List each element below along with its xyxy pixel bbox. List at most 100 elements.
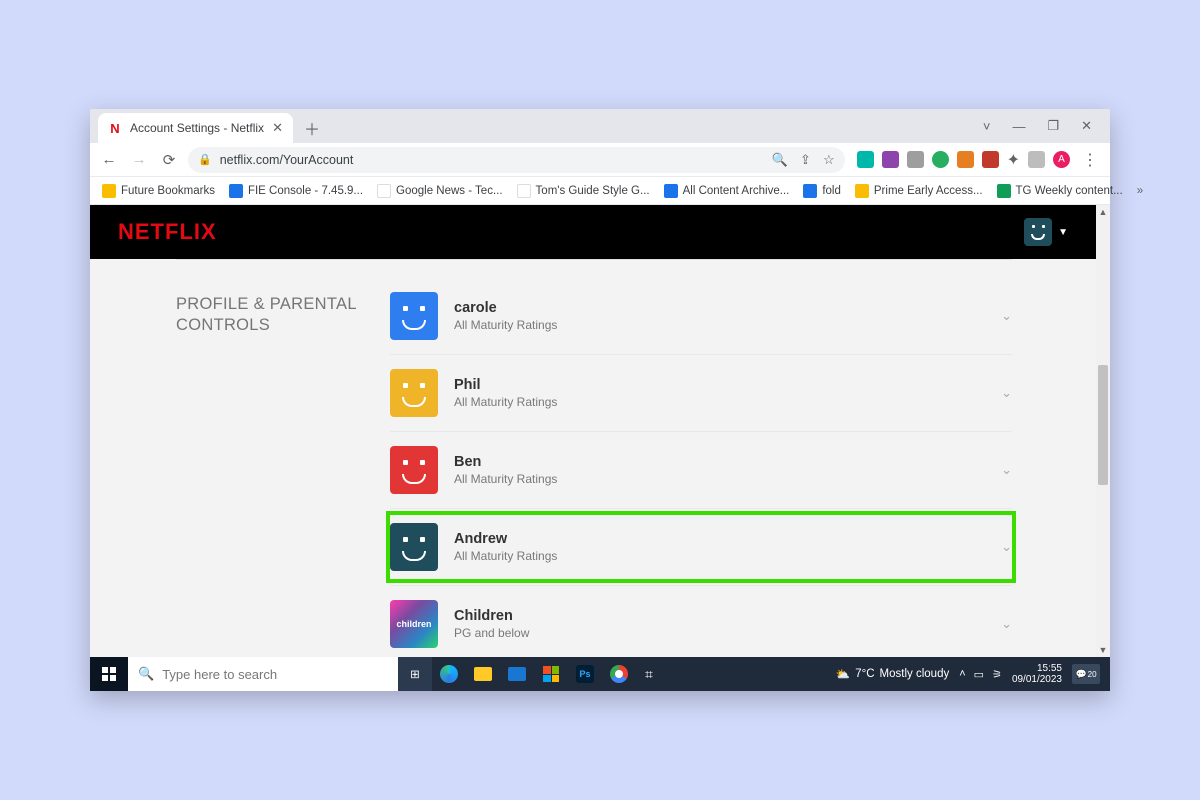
bookmark-item[interactable]: Prime Early Access...: [855, 184, 983, 198]
profile-row[interactable]: Andrew All Maturity Ratings ⌄: [390, 509, 1012, 586]
scroll-down-icon[interactable]: ▼: [1096, 645, 1110, 655]
ext-icon-3[interactable]: [907, 151, 924, 168]
chevron-down-icon[interactable]: ⌄: [1001, 385, 1012, 401]
titlebar: N Account Settings - Netflix ✕ ＋ ˅ — ❐ ✕: [90, 109, 1110, 143]
bookmark-item[interactable]: Tom's Guide Style G...: [517, 184, 650, 198]
chevron-down-icon[interactable]: ⌄: [1001, 462, 1012, 478]
bookmark-item[interactable]: TG Weekly content...: [997, 184, 1123, 198]
search-in-page-icon[interactable]: 🔍: [772, 152, 788, 168]
netflix-favicon: N: [108, 121, 122, 135]
back-icon[interactable]: ←: [98, 151, 120, 168]
profile-maturity: All Maturity Ratings: [454, 549, 557, 563]
wifi-icon[interactable]: ⚞: [992, 668, 1002, 681]
profile-avatar: [390, 446, 438, 494]
extensions-puzzle-icon[interactable]: ✦: [1007, 150, 1020, 170]
ext-icon-5[interactable]: [957, 151, 974, 168]
caret-down-icon: ▼: [1058, 227, 1068, 238]
omnibox[interactable]: 🔒 netflix.com/YourAccount 🔍 ⇪ ☆: [188, 147, 845, 173]
tray-chevron-icon[interactable]: ˄: [959, 668, 965, 681]
bookmark-item[interactable]: FIE Console - 7.45.9...: [229, 184, 363, 198]
section-title: PROFILE & PARENTAL CONTROLS: [176, 294, 390, 335]
netflix-header: NETFLIX ▼: [90, 205, 1096, 259]
window-controls: ˅ — ❐ ✕: [965, 109, 1110, 143]
date-text: 09/01/2023: [1012, 674, 1062, 686]
url-bar: ← → ⟳ 🔒 netflix.com/YourAccount 🔍 ⇪ ☆ ✦ …: [90, 143, 1110, 177]
tab-title: Account Settings - Netflix: [130, 121, 264, 135]
start-button[interactable]: [90, 657, 128, 691]
page-content: NETFLIX ▼ PROFILE & PARENTAL CONTROLS: [90, 205, 1110, 657]
extensions: ✦ A: [853, 150, 1070, 170]
ext-icon-1[interactable]: [857, 151, 874, 168]
profile-avatar: [390, 523, 438, 571]
profile-maturity: All Maturity Ratings: [454, 395, 557, 409]
profile-name: Phil: [454, 377, 557, 393]
taskbar-search[interactable]: 🔍 Type here to search: [128, 657, 398, 691]
chrome-menu-icon[interactable]: ⋮: [1078, 150, 1102, 170]
mail-icon[interactable]: [500, 657, 534, 691]
weather-icon: ⛅: [836, 667, 850, 681]
profile-row[interactable]: Ben All Maturity Ratings ⌄: [390, 432, 1012, 509]
task-view-icon[interactable]: ⊞: [398, 657, 432, 691]
scroll-up-icon[interactable]: ▲: [1096, 207, 1110, 217]
profile-maturity: All Maturity Ratings: [454, 472, 557, 486]
bookmark-item[interactable]: fold: [803, 184, 841, 198]
maximize-icon[interactable]: ❐: [1047, 118, 1059, 134]
chevron-down-icon[interactable]: ˅: [983, 119, 991, 134]
weather-widget[interactable]: ⛅ 7°C Mostly cloudy: [836, 667, 949, 681]
profile-maturity: All Maturity Ratings: [454, 318, 557, 332]
close-window-icon[interactable]: ✕: [1081, 118, 1092, 134]
header-profile-menu[interactable]: ▼: [1024, 218, 1068, 246]
search-icon: 🔍: [138, 666, 154, 682]
bookmarks-bar: Future Bookmarks FIE Console - 7.45.9...…: [90, 177, 1110, 205]
profile-row[interactable]: children Children PG and below ⌄: [390, 586, 1012, 657]
profile-name: Andrew: [454, 531, 557, 547]
profile-name: carole: [454, 300, 557, 316]
profile-row[interactable]: Phil All Maturity Ratings ⌄: [390, 355, 1012, 432]
chrome-icon[interactable]: [602, 657, 636, 691]
ext-icon-7[interactable]: [1028, 151, 1045, 168]
profile-maturity: PG and below: [454, 626, 529, 640]
time-text: 15:55: [1012, 663, 1062, 675]
ext-icon-6[interactable]: [982, 151, 999, 168]
battery-icon[interactable]: ▭: [974, 668, 984, 681]
chevron-down-icon[interactable]: ⌄: [1001, 539, 1012, 555]
browser-tab[interactable]: N Account Settings - Netflix ✕: [98, 113, 293, 143]
profile-avatar-icon[interactable]: A: [1053, 151, 1070, 168]
profile-avatar: [390, 369, 438, 417]
tab-close-icon[interactable]: ✕: [272, 120, 283, 136]
edge-icon[interactable]: [432, 657, 466, 691]
photoshop-icon[interactable]: Ps: [568, 657, 602, 691]
ext-icon-2[interactable]: [882, 151, 899, 168]
scrollbar-thumb[interactable]: [1098, 365, 1108, 485]
profile-row[interactable]: carole All Maturity Ratings ⌄: [390, 278, 1012, 355]
account-section: PROFILE & PARENTAL CONTROLS carole All M…: [90, 260, 1096, 657]
profile-name: Ben: [454, 454, 557, 470]
share-icon[interactable]: ⇪: [800, 152, 811, 168]
profile-name: Children: [454, 608, 529, 624]
profile-avatar: [390, 292, 438, 340]
file-explorer-icon[interactable]: [466, 657, 500, 691]
netflix-logo[interactable]: NETFLIX: [118, 219, 217, 245]
system-tray[interactable]: ˄ ▭ ⚞: [959, 668, 1002, 681]
bookmark-item[interactable]: Google News - Tec...: [377, 184, 503, 198]
reload-icon[interactable]: ⟳: [158, 151, 180, 169]
forward-icon[interactable]: →: [128, 151, 150, 168]
header-avatar: [1024, 218, 1052, 246]
chevron-down-icon[interactable]: ⌄: [1001, 308, 1012, 324]
new-tab-button[interactable]: ＋: [299, 115, 325, 141]
minimize-icon[interactable]: —: [1012, 119, 1025, 134]
chevron-down-icon[interactable]: ⌄: [1001, 616, 1012, 632]
slack-icon[interactable]: ⌗: [636, 657, 670, 691]
bookmark-item[interactable]: Future Bookmarks: [102, 184, 215, 198]
url-text: netflix.com/YourAccount: [220, 153, 354, 167]
weather-temp: 7°C: [855, 668, 874, 680]
bookmark-item[interactable]: All Content Archive...: [664, 184, 790, 198]
scrollbar[interactable]: ▲ ▼: [1096, 205, 1110, 657]
bookmarks-overflow-icon[interactable]: »: [1137, 185, 1143, 197]
windows-taskbar: 🔍 Type here to search ⊞ Ps ⌗ ⛅ 7°C Mostl…: [90, 657, 1110, 691]
star-icon[interactable]: ☆: [823, 152, 835, 168]
store-icon[interactable]: [534, 657, 568, 691]
taskbar-clock[interactable]: 15:55 09/01/2023: [1012, 663, 1062, 686]
notifications-icon[interactable]: 💬20: [1072, 664, 1100, 684]
ext-icon-4[interactable]: [932, 151, 949, 168]
